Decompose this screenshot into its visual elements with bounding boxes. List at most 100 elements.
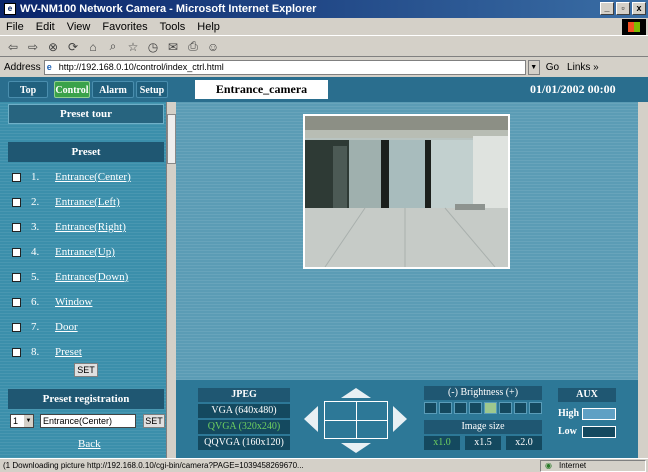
preset-number: 5. bbox=[31, 271, 40, 283]
format-qqvga-button[interactable]: QQVGA (160x120) bbox=[198, 436, 290, 450]
preset-checkbox[interactable] bbox=[12, 197, 21, 207]
security-zone: Internet bbox=[540, 460, 646, 472]
pan-left-arrow-icon[interactable] bbox=[304, 406, 318, 432]
preset-row: 1. Entrance(Center) bbox=[12, 169, 131, 185]
preset-link[interactable]: Door bbox=[55, 321, 78, 333]
date-time: 01/01/2002 00:00 bbox=[530, 82, 616, 96]
preset-checkbox[interactable] bbox=[12, 272, 21, 282]
preset-row: 8. Preset bbox=[12, 344, 82, 360]
aux-low-button[interactable] bbox=[582, 426, 616, 438]
brightness-step[interactable] bbox=[529, 402, 542, 414]
close-button[interactable]: x bbox=[632, 2, 646, 15]
preset-header: Preset bbox=[8, 142, 164, 162]
links-button[interactable]: Links » bbox=[567, 62, 599, 73]
window-controls: _ ▫ x bbox=[600, 2, 646, 15]
preset-row: 3. Entrance(Right) bbox=[12, 219, 126, 235]
preset-panel: Preset tour Preset 1. Entrance(Center) 2… bbox=[0, 102, 166, 458]
stop-icon[interactable]: ⊗ bbox=[46, 40, 60, 54]
brightness-step[interactable] bbox=[499, 402, 512, 414]
preset-number: 6. bbox=[31, 296, 40, 308]
discuss-icon[interactable]: ☺ bbox=[206, 40, 220, 54]
ie-icon: e bbox=[4, 3, 16, 15]
refresh-icon[interactable]: ⟳ bbox=[66, 40, 80, 54]
brightness-step[interactable] bbox=[514, 402, 527, 414]
preset-number: 2. bbox=[31, 196, 40, 208]
address-dropdown-icon[interactable]: ▼ bbox=[527, 59, 540, 75]
address-label: Address bbox=[4, 61, 41, 73]
brightness-step[interactable] bbox=[424, 402, 437, 414]
windows-logo-icon bbox=[622, 19, 646, 35]
brightness-step[interactable] bbox=[454, 402, 467, 414]
aux-high-label: High bbox=[558, 408, 580, 419]
go-button[interactable]: Go bbox=[546, 62, 559, 73]
preset-link[interactable]: Window bbox=[55, 296, 92, 308]
preset-panel-scrollbar[interactable] bbox=[166, 102, 176, 458]
preset-checkbox[interactable] bbox=[12, 322, 21, 332]
menu-edit[interactable]: Edit bbox=[36, 21, 55, 33]
main-frame-scrollbar[interactable] bbox=[638, 102, 648, 458]
preset-number: 8. bbox=[31, 346, 40, 358]
aux-low-label: Low bbox=[558, 426, 577, 437]
pan-right-arrow-icon[interactable] bbox=[393, 406, 407, 432]
preset-checkbox[interactable] bbox=[12, 172, 21, 182]
print-icon[interactable]: ⎙ bbox=[186, 39, 200, 54]
aux-high-button[interactable] bbox=[582, 408, 616, 420]
tab-control[interactable]: Control bbox=[54, 81, 90, 98]
status-text: (1 Downloading picture http://192.168.0.… bbox=[3, 461, 304, 470]
preset-name-input[interactable]: Entrance(Center) bbox=[40, 414, 136, 428]
mail-icon[interactable]: ✉ bbox=[166, 40, 180, 54]
preset-link[interactable]: Entrance(Down) bbox=[55, 271, 128, 283]
back-icon[interactable]: ⇦ bbox=[6, 40, 20, 54]
favorites-icon[interactable]: ☆ bbox=[126, 40, 140, 54]
back-link[interactable]: Back bbox=[78, 438, 101, 450]
menu-bar: File Edit View Favorites Tools Help bbox=[0, 18, 648, 36]
format-header: JPEG bbox=[198, 388, 290, 402]
pan-tilt-center-grid[interactable] bbox=[324, 401, 388, 439]
preset-number-select[interactable]: 1 bbox=[10, 414, 34, 428]
address-input[interactable]: http://192.168.0.10/control/index_ctrl.h… bbox=[43, 59, 526, 75]
preset-checkbox[interactable] bbox=[12, 247, 21, 257]
preset-link[interactable]: Preset bbox=[55, 346, 82, 358]
menu-file[interactable]: File bbox=[6, 21, 24, 33]
scrollbar-thumb[interactable] bbox=[167, 114, 176, 164]
search-icon[interactable]: ⌕ bbox=[106, 39, 120, 54]
size-x2-button[interactable]: x2.0 bbox=[506, 436, 542, 450]
format-vga-button[interactable]: VGA (640x480) bbox=[198, 404, 290, 418]
brightness-step[interactable] bbox=[439, 402, 452, 414]
camera-control-panel: JPEG VGA (640x480) QVGA (320x240) QQVGA … bbox=[176, 380, 648, 458]
preset-set-button[interactable]: SET bbox=[74, 363, 98, 377]
preset-checkbox[interactable] bbox=[12, 222, 21, 232]
menu-favorites[interactable]: Favorites bbox=[102, 21, 147, 33]
preset-row: 6. Window bbox=[12, 294, 92, 310]
preset-checkbox[interactable] bbox=[12, 297, 21, 307]
brightness-scale[interactable] bbox=[424, 402, 542, 416]
tab-setup[interactable]: Setup bbox=[136, 81, 168, 98]
minimize-button[interactable]: _ bbox=[600, 2, 614, 15]
registration-set-button[interactable]: SET bbox=[143, 414, 165, 428]
menu-view[interactable]: View bbox=[67, 21, 91, 33]
preset-checkbox[interactable] bbox=[12, 347, 21, 357]
tilt-up-arrow-icon[interactable] bbox=[341, 388, 371, 398]
preset-link[interactable]: Entrance(Up) bbox=[55, 246, 115, 258]
preset-tour-button[interactable]: Preset tour bbox=[8, 104, 164, 124]
home-icon[interactable]: ⌂ bbox=[86, 40, 100, 54]
tab-top[interactable]: Top bbox=[8, 81, 48, 98]
menu-help[interactable]: Help bbox=[197, 21, 220, 33]
history-icon[interactable]: ◷ bbox=[146, 40, 160, 54]
preset-link[interactable]: Entrance(Right) bbox=[55, 221, 126, 233]
preset-number: 7. bbox=[31, 321, 40, 333]
size-x1-5-button[interactable]: x1.5 bbox=[465, 436, 501, 450]
brightness-step[interactable] bbox=[469, 402, 482, 414]
brightness-step[interactable] bbox=[484, 402, 497, 414]
preset-link[interactable]: Entrance(Left) bbox=[55, 196, 120, 208]
size-x1-button[interactable]: x1.0 bbox=[424, 436, 460, 450]
forward-icon[interactable]: ⇨ bbox=[26, 40, 40, 54]
tab-alarm-log[interactable]: Alarm log bbox=[92, 81, 134, 113]
tilt-down-arrow-icon[interactable] bbox=[341, 443, 371, 453]
preset-link[interactable]: Entrance(Center) bbox=[55, 171, 131, 183]
top-navigation: Top Control Alarm log Setup Entrance_cam… bbox=[0, 77, 648, 113]
menu-tools[interactable]: Tools bbox=[160, 21, 186, 33]
format-qvga-button[interactable]: QVGA (320x240) bbox=[198, 420, 290, 434]
preset-row: 5. Entrance(Down) bbox=[12, 269, 128, 285]
maximize-button[interactable]: ▫ bbox=[616, 2, 630, 15]
